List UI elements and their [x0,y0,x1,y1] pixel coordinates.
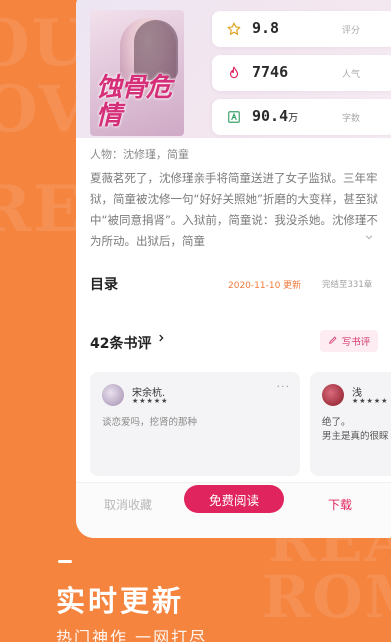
reviews-title[interactable]: 42条书评 [90,333,151,353]
promo-headline: 实时更新 [56,584,185,618]
popularity-value: 7746 [252,63,289,81]
word-count-unit: 万 [288,113,299,124]
cancel-favorite-button[interactable]: 取消收藏 [104,496,152,513]
cover-figure-hair [134,20,178,80]
review-card[interactable]: 宋余杭. ★★★★★ ··· 谈恋爱吗，挖肾的那种 [90,372,300,476]
chevron-right-icon[interactable] [156,332,166,348]
rating-value: 9.8 [252,19,280,37]
write-review-button[interactable]: 写书评 [320,330,378,352]
toc-status[interactable]: 完结至331章 [322,278,372,290]
write-review-label: 写书评 [341,337,371,348]
word-count-value: 90.4万 [252,107,299,125]
cover-title: 蚀骨危情 [96,73,172,131]
free-read-button[interactable]: 免费阅读 [184,485,284,513]
pen-icon [328,335,338,348]
review-text: 谈恋爱吗，挖肾的那种 [102,417,198,428]
background-watermark: RE [0,172,84,247]
promo-subline: 热门神作 一网打尽 [56,628,208,642]
headline-dash [58,560,72,563]
word-count-stat: 90.4万 字数 [212,99,391,135]
toc-update-date: 2020-11-10 更新 [228,281,302,291]
background-watermark: ROM [262,563,391,631]
download-button[interactable]: 下载 [328,496,352,513]
word-count-label: 字数 [341,114,360,124]
chevron-down-icon[interactable] [364,232,378,246]
flame-icon [226,65,242,81]
popularity-stat: 7746 人气 [212,55,391,91]
book-synopsis: 夏薇茗死了，沈修瑾亲手将简童送进了女子监狱。三年牢狱，简童被沈修一句“好好关照她… [90,171,378,248]
phone-screen-card: 蚀骨危情 9.8 评分 7746 人气 90.4万 字数 人物：沈修瑾，简童 夏… [76,0,391,538]
book-characters: 人物：沈修瑾，简童 [90,148,189,161]
more-icon[interactable]: ··· [277,380,291,393]
review-stars: ★★★★★ [352,397,389,405]
word-count-icon [226,109,242,125]
review-text: 绝了。 男主是真的很睬 [322,417,389,442]
review-stars: ★★★★★ [132,397,169,405]
review-card[interactable]: 浅 ★★★★★ 绝了。 男主是真的很睬 [310,372,391,476]
rating-stat: 9.8 评分 [212,11,391,47]
toc-title[interactable]: 目录 [90,274,118,294]
star-icon [226,21,242,37]
avatar [322,384,344,406]
avatar [102,384,124,406]
rating-label: 评分 [341,26,360,36]
popularity-label: 人气 [341,70,360,80]
book-cover[interactable]: 蚀骨危情 [90,10,184,136]
